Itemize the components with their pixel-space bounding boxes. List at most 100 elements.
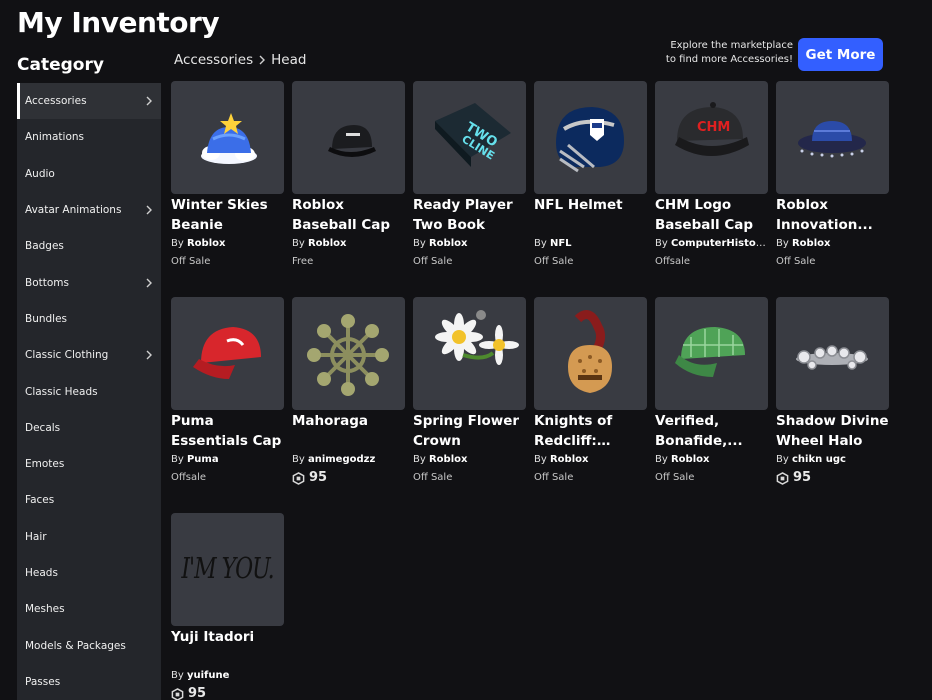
item-price: 95 (292, 469, 405, 487)
plaid-cap-icon (675, 327, 745, 377)
creator-link[interactable]: NFL (550, 238, 572, 249)
sidebar-item-animations[interactable]: Animations (17, 119, 161, 155)
item-name[interactable]: Mahoraga (292, 411, 405, 451)
item-creator: By Roblox (171, 238, 226, 249)
sidebar-item-label: Badges (25, 240, 64, 253)
sidebar-item-emotes[interactable]: Emotes (17, 446, 161, 482)
sidebar-item-avatar-animations[interactable]: Avatar Animations (17, 192, 161, 228)
item-name[interactable]: Shadow Divine Wheel Halo (776, 411, 889, 451)
halo-icon (796, 345, 868, 370)
item-card-ready-player-two-book[interactable]: TWO CLINE Ready Player Two Book By Roblox Of… (413, 81, 526, 297)
sidebar-item-bottoms[interactable]: Bottoms (17, 264, 161, 300)
sidebar-item-models-packages[interactable]: Models & Packages (17, 627, 161, 663)
item-name[interactable]: Spring Flower Crown (413, 411, 526, 451)
item-name[interactable]: Verified, Bonafide,... (655, 411, 768, 451)
item-name[interactable]: Yuji Itadori (171, 627, 284, 667)
item-thumbnail[interactable] (776, 297, 889, 410)
creator-link[interactable]: Roblox (792, 238, 830, 249)
breadcrumb-accessories[interactable]: Accessories (174, 52, 253, 68)
item-thumbnail[interactable] (413, 297, 526, 410)
item-card-nfl-helmet[interactable]: NFL Helmet By NFL Off Sale (534, 81, 647, 297)
creator-link[interactable]: Roblox (187, 238, 225, 249)
sidebar-item-hair[interactable]: Hair (17, 519, 161, 555)
item-name[interactable]: Winter Skies Beanie (171, 195, 284, 235)
sidebar-item-decals[interactable]: Decals (17, 410, 161, 446)
item-card-roblox-innovation[interactable]: Roblox Innovation... By Roblox Off Sale (776, 81, 889, 297)
sidebar-item-accessories[interactable]: Accessories (17, 83, 161, 120)
item-thumbnail[interactable] (171, 297, 284, 410)
sidebar-item-label: Passes (25, 675, 61, 688)
creator-link[interactable]: Roblox (550, 454, 588, 465)
creator-link[interactable]: Roblox (308, 238, 346, 249)
item-creator: By Roblox (413, 454, 468, 465)
item-thumbnail[interactable] (776, 81, 889, 194)
sidebar-item-label: Bottoms (25, 276, 69, 289)
sidebar-item-label: Heads (25, 567, 58, 579)
item-thumbnail[interactable]: CHM (655, 81, 768, 194)
item-creator: By Roblox (534, 454, 589, 465)
creator-link[interactable]: Roblox (429, 454, 467, 465)
sidebar-item-label: Meshes (25, 603, 65, 616)
item-name[interactable]: Ready Player Two Book (413, 195, 526, 235)
item-name[interactable]: CHM Logo Baseball Cap (655, 195, 768, 235)
baseball-cap-icon (328, 125, 376, 157)
sidebar-item-badges[interactable]: Badges (17, 228, 161, 264)
item-thumbnail[interactable] (171, 81, 284, 194)
creator-link[interactable]: yuifune (187, 670, 229, 681)
item-creator: By Roblox (413, 238, 468, 249)
sidebar-item-label: Models & Packages (25, 639, 126, 652)
item-price: Off Sale (413, 256, 453, 267)
item-name[interactable]: Puma Essentials Cap (171, 411, 284, 451)
item-card-spring-flower-crown[interactable]: Spring Flower Crown By Roblox Off Sale (413, 297, 526, 513)
sidebar-item-label: Audio (25, 167, 55, 180)
item-card-yuji-itadori[interactable]: I'M YOU. Yuji Itadori By yuifune 95 (171, 513, 284, 700)
item-thumbnail[interactable] (534, 297, 647, 410)
item-price: Off Sale (776, 256, 816, 267)
creator-link[interactable]: Roblox (671, 454, 709, 465)
sidebar-item-heads[interactable]: Heads (17, 555, 161, 591)
sidebar-item-classic-heads[interactable]: Classic Heads (17, 373, 161, 409)
item-name[interactable]: Roblox Baseball Cap (292, 195, 405, 235)
category-heading: Category (17, 55, 104, 75)
item-card-mahoraga[interactable]: Mahoraga By animegodzz 95 (292, 297, 405, 513)
sidebar-item-classic-clothing[interactable]: Classic Clothing (17, 337, 161, 373)
item-card-winter-skies-beanie[interactable]: Winter Skies Beanie By Roblox Off Sale (171, 81, 284, 297)
promo-text: Explore the marketplace to find more Acc… (665, 40, 793, 65)
item-thumbnail[interactable] (655, 297, 768, 410)
item-card-shadow-divine-wheel-halo[interactable]: Shadow Divine Wheel Halo By chikn ugc 95 (776, 297, 889, 513)
item-card-chm-logo-baseball-cap[interactable]: CHM CHM Logo Baseball Cap By ComputerHisto… (655, 81, 768, 297)
sidebar-item-audio[interactable]: Audio (17, 156, 161, 192)
item-card-roblox-baseball-cap[interactable]: Roblox Baseball Cap By Roblox Free (292, 81, 405, 297)
creator-link[interactable]: Puma (187, 454, 219, 465)
sidebar-item-label: Avatar Animations (25, 204, 122, 217)
sidebar-item-passes[interactable]: Passes (17, 664, 161, 700)
item-card-puma-essentials-cap[interactable]: Puma Essentials Cap By Puma Offsale (171, 297, 284, 513)
sidebar-item-label: Emotes (25, 458, 65, 471)
item-name[interactable]: Knights of Redcliff: Paladi... (534, 411, 647, 451)
item-card-knights-of-redcliff-paladi[interactable]: Knights of Redcliff: Paladi... By Roblox O… (534, 297, 647, 513)
item-thumbnail[interactable] (292, 297, 405, 410)
creator-link[interactable]: chikn ugc (792, 454, 846, 465)
sidebar-item-bundles[interactable]: Bundles (17, 301, 161, 337)
item-card-verified-bonafide[interactable]: Verified, Bonafide,... By Roblox Off Sale (655, 297, 768, 513)
sidebar-item-meshes[interactable]: Meshes (17, 591, 161, 627)
item-name[interactable]: Roblox Innovation... (776, 195, 889, 235)
item-thumbnail[interactable]: TWO CLINE (413, 81, 526, 194)
page-title: My Inventory (17, 6, 220, 39)
item-thumbnail[interactable] (534, 81, 647, 194)
creator-link[interactable]: animegodzz (308, 454, 375, 465)
item-thumbnail[interactable] (292, 81, 405, 194)
item-price: Off Sale (534, 472, 574, 483)
football-helmet-icon (556, 107, 624, 173)
item-name[interactable]: NFL Helmet (534, 195, 647, 235)
item-creator: By Roblox (655, 454, 710, 465)
item-price: Offsale (655, 256, 691, 267)
flower-crown-icon (435, 310, 519, 365)
item-price: Off Sale (171, 256, 211, 267)
get-more-button[interactable]: Get More (798, 38, 883, 71)
sidebar-item-faces[interactable]: Faces (17, 482, 161, 518)
breadcrumb-head: Head (271, 52, 307, 68)
item-thumbnail[interactable]: I'M YOU. (171, 513, 284, 626)
creator-link[interactable]: ComputerHistory... (671, 238, 768, 249)
creator-link[interactable]: Roblox (429, 238, 467, 249)
